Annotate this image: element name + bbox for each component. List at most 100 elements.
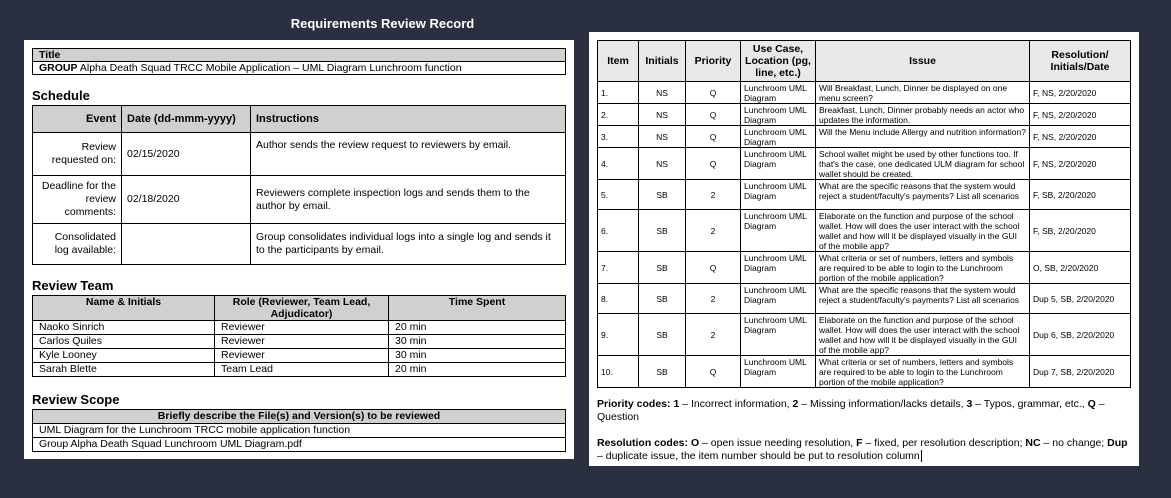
schedule-col-instructions: Instructions [250,105,566,133]
member-role[interactable]: Reviewer [214,334,389,349]
issue-priority[interactable]: 2 [685,179,741,210]
issue-location[interactable]: Lunchroom UML Diagram [740,355,816,388]
issue-resolution[interactable]: F, NS, 2/20/2020 [1029,147,1131,180]
table-row: Kyle Looney Reviewer 30 min [32,348,566,363]
table-row: Carlos Quiles Reviewer 30 min [32,334,566,349]
issue-item[interactable]: 4. [597,147,639,180]
issue-col-priority: Priority [685,40,741,82]
issue-initials[interactable]: NS [638,103,686,126]
issue-text[interactable]: School wallet might be used by other fun… [815,147,1030,180]
issue-item[interactable]: 7. [597,251,639,284]
schedule-instructions: Group consolidates individual logs into … [250,223,566,265]
issue-location[interactable]: Lunchroom UML Diagram [740,125,816,148]
issue-priority[interactable]: Q [685,251,741,284]
scope-item[interactable]: Group Alpha Death Squad Lunchroom UML Di… [32,437,566,452]
issue-priority[interactable]: 2 [685,209,741,252]
issue-text[interactable]: What are the specific reasons that the s… [815,283,1030,314]
schedule-col-event: Event [32,105,122,133]
schedule-event: Review requested on: [32,132,122,176]
member-name[interactable]: Kyle Looney [32,348,215,363]
issue-resolution[interactable]: F, NS, 2/20/2020 [1029,103,1131,126]
member-role[interactable]: Reviewer [214,320,389,335]
member-role[interactable]: Team Lead [214,362,389,377]
issue-priority[interactable]: 2 [685,283,741,314]
schedule-instructions: Reviewers complete inspection logs and s… [250,175,566,224]
team-col-name: Name & Initials [32,295,215,321]
issue-initials[interactable]: SB [638,179,686,210]
schedule-date[interactable]: 02/15/2020 [121,132,251,176]
priority-code-desc: – Typos, grammar, etc., [972,398,1088,410]
issue-initials[interactable]: NS [638,147,686,180]
issue-initials[interactable]: NS [638,125,686,148]
issue-location[interactable]: Lunchroom UML Diagram [740,313,816,356]
issue-location[interactable]: Lunchroom UML Diagram [740,81,816,104]
issue-location[interactable]: Lunchroom UML Diagram [740,209,816,252]
issue-item[interactable]: 9. [597,313,639,356]
issue-resolution[interactable]: Dup 7, SB, 2/20/2020 [1029,355,1131,388]
issue-log-page: Item Initials Priority Use Case, Locatio… [589,32,1139,466]
issue-priority[interactable]: Q [685,355,741,388]
issue-initials[interactable]: SB [638,313,686,356]
issue-resolution[interactable]: Dup 6, SB, 2/20/2020 [1029,313,1131,356]
issue-text[interactable]: Elaborate on the function and purpose of… [815,313,1030,356]
member-time[interactable]: 20 min [388,320,566,335]
resolution-codes[interactable]: Resolution codes: O – open issue needing… [597,437,1131,463]
issue-text[interactable]: Breakfast, Lunch, Dinner probably needs … [815,103,1030,126]
issue-priority[interactable]: 2 [685,313,741,356]
issue-text[interactable]: What criteria or set of numbers, letters… [815,251,1030,284]
issue-priority[interactable]: Q [685,125,741,148]
review-record-page: Title GROUP Alpha Death Squad TRCC Mobil… [24,40,574,459]
priority-code-desc: – Missing information/lacks details, [798,398,967,410]
issue-location[interactable]: Lunchroom UML Diagram [740,103,816,126]
member-name[interactable]: Carlos Quiles [32,334,215,349]
priority-code: Q [1087,398,1096,410]
issue-resolution[interactable]: F, NS, 2/20/2020 [1029,81,1131,104]
issue-resolution[interactable]: O, SB, 2/20/2020 [1029,251,1131,284]
member-time[interactable]: 30 min [388,334,566,349]
scope-header: Briefly describe the File(s) and Version… [32,409,566,424]
member-role[interactable]: Reviewer [214,348,389,363]
page-title: Requirements Review Record [290,16,475,31]
issue-location[interactable]: Lunchroom UML Diagram [740,283,816,314]
issue-item[interactable]: 8. [597,283,639,314]
issue-resolution[interactable]: F, SB, 2/20/2020 [1029,179,1131,210]
issue-item[interactable]: 2. [597,103,639,126]
issue-item[interactable]: 10. [597,355,639,388]
member-time[interactable]: 20 min [388,362,566,377]
issue-location[interactable]: Lunchroom UML Diagram [740,147,816,180]
member-time[interactable]: 30 min [388,348,566,363]
issue-text[interactable]: Elaborate on the function and purpose of… [815,209,1030,252]
issue-initials[interactable]: SB [638,355,686,388]
issue-text[interactable]: What criteria or set of numbers, letters… [815,355,1030,388]
member-name[interactable]: Naoko Sinrich [32,320,215,335]
schedule-table: Event Date (dd-mmm-yyyy) Instructions Re… [32,105,566,265]
issue-resolution[interactable]: F, NS, 2/20/2020 [1029,125,1131,148]
issue-initials[interactable]: SB [638,283,686,314]
schedule-date[interactable]: 02/18/2020 [121,175,251,224]
issue-item[interactable]: 1. [597,81,639,104]
issue-initials[interactable]: NS [638,81,686,104]
issue-location[interactable]: Lunchroom UML Diagram [740,179,816,210]
schedule-date[interactable] [121,223,251,265]
issue-text[interactable]: Will Breakfast, Lunch, Dinner be display… [815,81,1030,104]
member-name[interactable]: Sarah Blette [32,362,215,377]
issue-resolution[interactable]: F, SB, 2/20/2020 [1029,209,1131,252]
issue-priority[interactable]: Q [685,147,741,180]
issue-text[interactable]: What are the specific reasons that the s… [815,179,1030,210]
issue-item[interactable]: 6. [597,209,639,252]
issue-location[interactable]: Lunchroom UML Diagram [740,251,816,284]
issue-initials[interactable]: SB [638,209,686,252]
scope-item[interactable]: UML Diagram for the Lunchroom TRCC mobil… [32,423,566,438]
issue-priority[interactable]: Q [685,81,741,104]
issue-text[interactable]: Will the Menu include Allergy and nutrit… [815,125,1030,148]
schedule-event: Consolidated log available: [32,223,122,265]
resolution-code: O [690,437,700,449]
table-row: Sarah Blette Team Lead 20 min [32,362,566,377]
issue-item[interactable]: 5. [597,179,639,210]
issue-resolution[interactable]: Dup 5, SB, 2/20/2020 [1029,283,1131,314]
issue-item[interactable]: 3. [597,125,639,148]
title-value[interactable]: GROUP Alpha Death Squad TRCC Mobile Appl… [32,61,566,75]
issue-priority[interactable]: Q [685,103,741,126]
issue-initials[interactable]: SB [638,251,686,284]
resolution-code: Dup [1107,437,1128,449]
